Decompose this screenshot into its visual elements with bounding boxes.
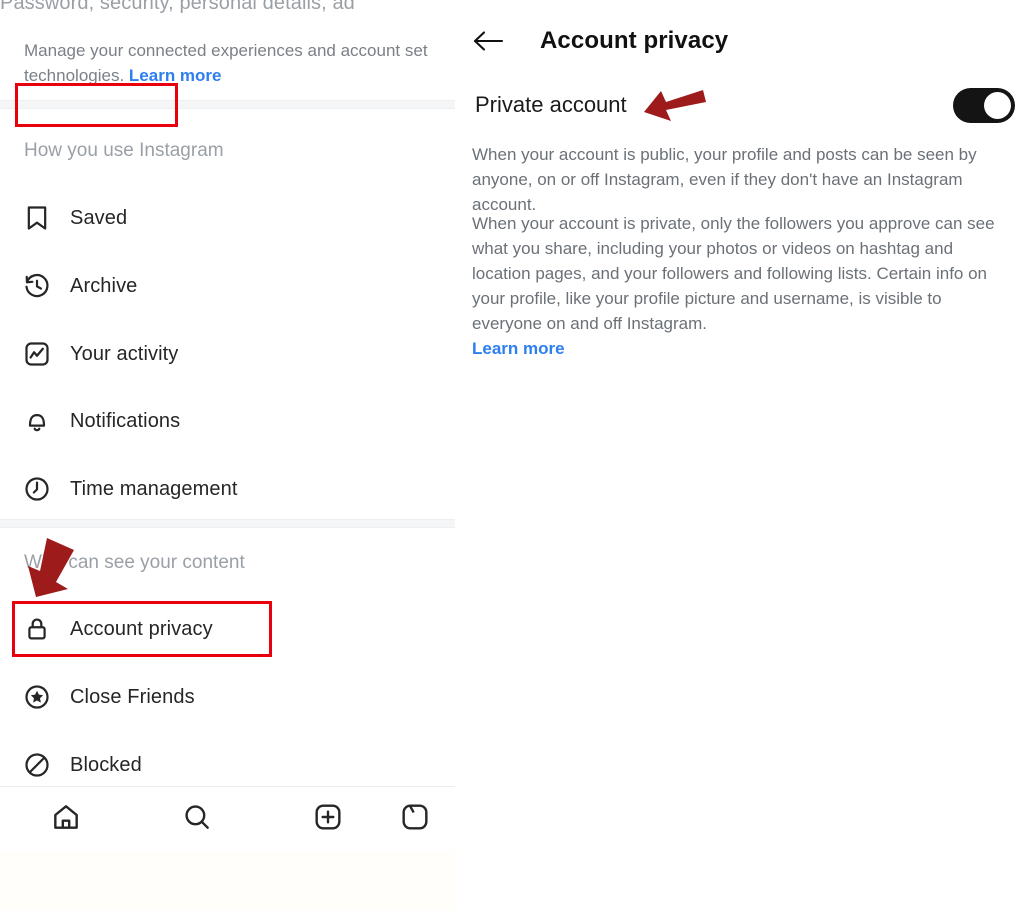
sidebar-item-notifications[interactable]: Notifications	[0, 397, 455, 445]
sidebar-item-label: Close Friends	[70, 685, 195, 708]
annotation-arrow-account-privacy	[28, 538, 74, 597]
clock-icon	[14, 475, 60, 503]
search-icon	[181, 801, 213, 838]
sidebar-item-label: Notifications	[70, 409, 181, 432]
sidebar-item-label: Time management	[70, 477, 238, 500]
sidebar-item-saved[interactable]: Saved	[0, 194, 455, 242]
add-post-icon	[312, 801, 344, 838]
sidebar-item-close-friends[interactable]: Close Friends	[0, 673, 455, 721]
highlight-box-account-privacy	[12, 601, 272, 657]
account-privacy-panel: Account privacy Private account When you…	[455, 0, 1024, 910]
section-divider-middle	[0, 519, 455, 528]
private-account-toggle[interactable]	[953, 88, 1015, 123]
toggle-knob	[984, 92, 1011, 119]
bookmark-icon	[14, 204, 60, 232]
sidebar-item-archive[interactable]: Archive	[0, 262, 455, 310]
learn-more-link-panel[interactable]: Learn more	[472, 336, 1012, 361]
sidebar-item-label: Archive	[70, 274, 138, 297]
blocked-icon	[14, 751, 60, 779]
blurb-line-1: Manage your connected experiences and ac…	[24, 41, 428, 60]
sidebar-item-label: Blocked	[70, 753, 142, 776]
private-account-label: Private account	[475, 92, 627, 117]
highlight-box-private-account	[15, 83, 178, 127]
public-account-description: When your account is public, your profil…	[472, 145, 977, 214]
reels-icon-partial	[399, 801, 431, 838]
section-header-how-you-use: How you use Instagram	[24, 140, 224, 161]
connected-experiences-blurb: Manage your connected experiences and ac…	[24, 38, 455, 88]
archive-clock-icon	[14, 272, 60, 300]
sidebar-item-your-activity[interactable]: Your activity	[0, 330, 455, 378]
back-arrow-icon[interactable]	[472, 28, 510, 54]
home-icon	[50, 801, 82, 838]
nav-search-button[interactable]	[131, 801, 262, 838]
settings-list-panel: Password, security, personal details, ad…	[0, 0, 455, 910]
annotation-arrow-private-account	[644, 90, 706, 121]
private-account-description: When your account is private, only the f…	[472, 211, 1012, 361]
footer-band	[0, 851, 455, 910]
bell-icon	[14, 407, 60, 435]
screen-root: Password, security, personal details, ad…	[0, 0, 1024, 910]
nav-add-post-button[interactable]	[262, 801, 393, 838]
private-description-text: When your account is private, only the f…	[472, 214, 995, 333]
page-title: Account privacy	[540, 27, 729, 54]
nav-reels-button[interactable]	[393, 801, 453, 838]
sidebar-item-label: Your activity	[70, 342, 179, 365]
sidebar-item-blocked[interactable]: Blocked	[0, 741, 455, 789]
private-account-row[interactable]: Private account	[455, 82, 1024, 130]
activity-chart-icon	[14, 340, 60, 368]
sidebar-item-time-management[interactable]: Time management	[0, 465, 455, 513]
nav-home-button[interactable]	[0, 801, 131, 838]
cut-off-section-header: Password, security, personal details, ad	[0, 0, 355, 14]
bottom-navigation-bar	[0, 787, 455, 851]
sidebar-item-label: Saved	[70, 206, 128, 229]
panel-header: Account privacy	[455, 18, 1024, 64]
star-circle-icon	[14, 683, 60, 711]
